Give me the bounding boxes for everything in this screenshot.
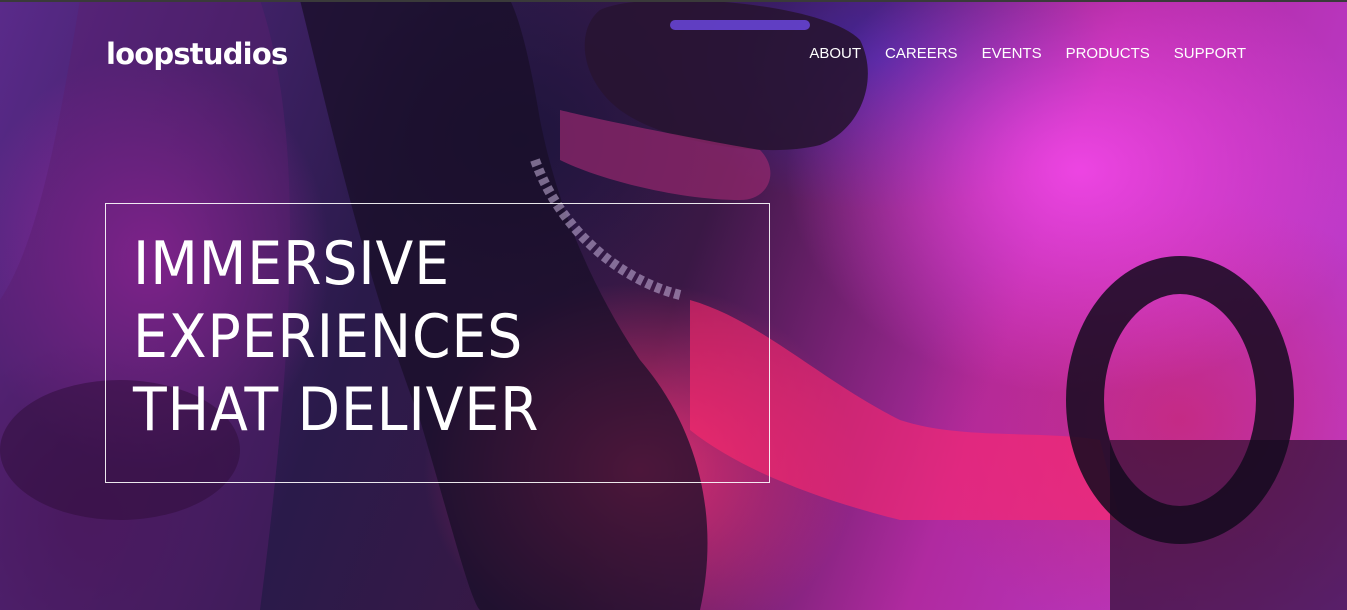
nav-item-events[interactable]: EVENTS <box>982 44 1042 64</box>
nav-item-products[interactable]: PRODUCTS <box>1066 44 1150 64</box>
vr-headset-light <box>670 20 810 30</box>
loopstudios-logo[interactable]: loopstudios <box>106 36 288 72</box>
top-border <box>0 0 1347 2</box>
face-shape <box>560 110 771 200</box>
headline-box: IMMERSIVE EXPERIENCES THAT DELIVER <box>105 203 770 483</box>
nav-item-support[interactable]: SUPPORT <box>1174 44 1246 64</box>
headline-line-3: THAT DELIVER <box>133 375 540 445</box>
headline-line-2: EXPERIENCES <box>133 302 524 372</box>
main-navigation: ABOUT CAREERS EVENTS PRODUCTS SUPPORT <box>809 44 1246 64</box>
hero-headline: IMMERSIVE EXPERIENCES THAT DELIVER <box>133 228 539 447</box>
steering-wheel-shape <box>1066 256 1294 544</box>
hero-section: loopstudios ABOUT CAREERS EVENTS PRODUCT… <box>0 0 1347 610</box>
nav-item-careers[interactable]: CAREERS <box>885 44 958 64</box>
steering-column-shape <box>1110 440 1347 610</box>
vr-headset-shape <box>584 0 868 151</box>
headline-line-1: IMMERSIVE <box>133 229 451 299</box>
site-header: loopstudios ABOUT CAREERS EVENTS PRODUCT… <box>106 36 1246 72</box>
nav-item-about[interactable]: ABOUT <box>809 44 861 64</box>
